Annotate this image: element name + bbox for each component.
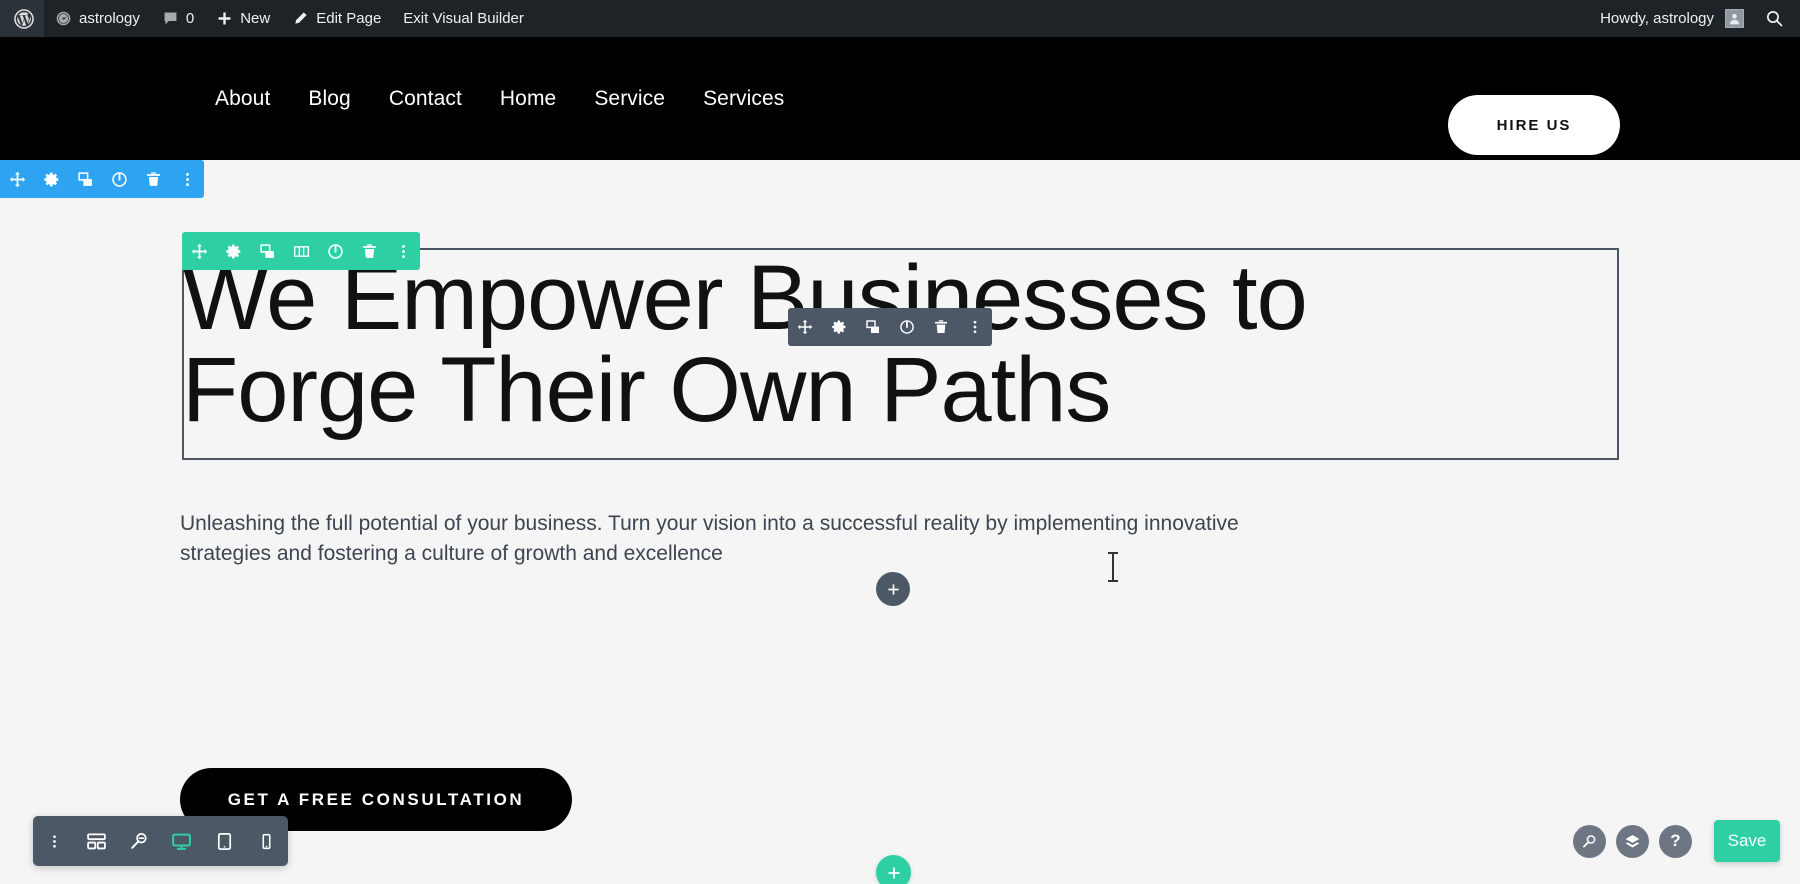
inline-insert-button[interactable] [876, 572, 910, 606]
help-button[interactable]: ? [1659, 824, 1692, 858]
tablet-view-icon[interactable] [204, 816, 244, 866]
main-navigation: About Blog Contact Home Service Services [215, 37, 784, 160]
nav-item-services[interactable]: Services [703, 87, 784, 111]
gear-icon[interactable] [822, 308, 856, 346]
more-options-icon[interactable] [958, 308, 992, 346]
gear-icon[interactable] [34, 160, 68, 198]
gear-icon[interactable] [216, 232, 250, 270]
wireframe-view-icon[interactable] [77, 816, 117, 866]
columns-icon[interactable] [284, 232, 318, 270]
add-module-button[interactable] [876, 855, 911, 884]
desktop-view-icon[interactable] [162, 816, 202, 866]
plus-icon [887, 583, 899, 595]
cta-label: GET A FREE CONSULTATION [227, 789, 525, 809]
site-name-label: astrology [79, 10, 140, 27]
duplicate-icon[interactable] [856, 308, 890, 346]
site-header: About Blog Contact Home Service Services… [0, 37, 1800, 160]
exit-visual-builder-label: Exit Visual Builder [403, 10, 524, 27]
hero-heading-line2: Forge Their Own Paths [182, 339, 1111, 441]
trash-icon[interactable] [924, 308, 958, 346]
nav-item-contact[interactable]: Contact [389, 87, 462, 111]
new-content-label: New [240, 10, 271, 27]
pencil-icon [292, 10, 309, 27]
my-account-menu[interactable]: Howdy, astrology [1589, 0, 1755, 37]
nav-item-blog[interactable]: Blog [308, 87, 350, 111]
builder-bottom-right: ? Save [1573, 820, 1780, 862]
exit-visual-builder-button[interactable]: Exit Visual Builder [392, 0, 535, 37]
mobile-view-icon[interactable] [247, 816, 287, 866]
howdy-label: Howdy, astrology [1600, 10, 1714, 27]
nav-item-home[interactable]: Home [500, 87, 556, 111]
comment-bubble-icon [162, 10, 179, 27]
wordpress-logo-icon [14, 8, 34, 29]
help-label: ? [1670, 831, 1681, 850]
more-options-icon[interactable] [386, 232, 420, 270]
power-icon[interactable] [102, 160, 136, 198]
comments-count: 0 [185, 10, 195, 27]
hire-us-button[interactable]: HIRE US [1448, 95, 1620, 155]
more-options-icon[interactable] [34, 816, 74, 866]
text-cursor [1108, 552, 1118, 582]
search-icon [1765, 9, 1784, 28]
plus-icon [888, 867, 899, 878]
builder-bottom-bar [33, 816, 288, 866]
move-icon[interactable] [182, 232, 216, 270]
edit-page-label: Edit Page [316, 10, 382, 27]
zoom-out-icon[interactable] [119, 816, 159, 866]
wordpress-logo-button[interactable] [0, 0, 44, 37]
dashboard-icon [55, 10, 72, 27]
row-toolbar [182, 232, 420, 270]
module-toolbar [788, 308, 992, 346]
save-button[interactable]: Save [1714, 820, 1780, 862]
comments-menu[interactable]: 0 [151, 0, 205, 37]
move-icon[interactable] [788, 308, 822, 346]
site-name-menu[interactable]: astrology [44, 0, 151, 37]
hire-us-label: HIRE US [1496, 116, 1572, 134]
new-content-menu[interactable]: New [205, 0, 281, 37]
layers-icon[interactable] [1616, 824, 1649, 858]
search-zoom-icon[interactable] [1573, 824, 1606, 858]
plus-icon [216, 10, 233, 27]
duplicate-icon[interactable] [250, 232, 284, 270]
page-canvas: We Empower Businesses to Forge Their Own… [0, 160, 1800, 884]
trash-icon[interactable] [352, 232, 386, 270]
power-icon[interactable] [890, 308, 924, 346]
user-avatar-icon [1725, 9, 1744, 28]
move-icon[interactable] [0, 160, 34, 198]
admin-search-button[interactable] [1755, 0, 1800, 37]
duplicate-icon[interactable] [68, 160, 102, 198]
edit-page-menu[interactable]: Edit Page [281, 0, 392, 37]
trash-icon[interactable] [136, 160, 170, 198]
section-toolbar [0, 160, 204, 198]
hero-paragraph[interactable]: Unleashing the full potential of your bu… [180, 509, 1280, 570]
save-label: Save [1727, 831, 1767, 850]
more-options-icon[interactable] [170, 160, 204, 198]
wp-admin-bar: astrology 0 New Edit Page Exit Visual Bu… [0, 0, 1800, 37]
power-icon[interactable] [318, 232, 352, 270]
nav-item-about[interactable]: About [215, 87, 270, 111]
nav-item-service[interactable]: Service [594, 87, 665, 111]
